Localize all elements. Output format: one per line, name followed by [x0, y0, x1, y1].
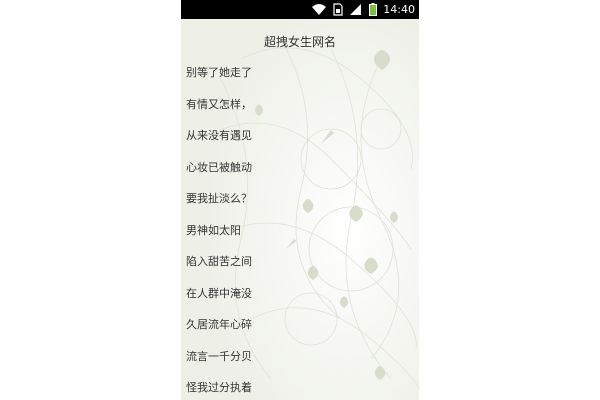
list-item[interactable]: 怪我过分执着 — [186, 380, 252, 396]
sim-icon — [333, 3, 343, 16]
list-item[interactable]: 从来没有遇见 — [186, 128, 252, 144]
list-item[interactable]: 要我扯淡么？ — [186, 191, 252, 207]
status-bar: 14:40 — [181, 0, 419, 19]
wifi-icon — [312, 4, 326, 15]
list-item[interactable]: 别等了她走了 — [186, 65, 252, 81]
list-item[interactable]: 在人群中淹没 — [186, 286, 252, 302]
list-item[interactable]: 流言一千分贝 — [186, 349, 252, 365]
list-item[interactable]: 陷入甜苦之间 — [186, 254, 252, 270]
content-area[interactable]: 超拽女生网名 别等了她走了 有情又怎样， 从来没有遇见 心妆已被触动 要我扯淡么… — [181, 19, 419, 400]
phone-screen: 14:40 超拽女生网名 别等了她走了 有情又怎样， 从来没有遇见 心妆已被触动… — [181, 0, 419, 400]
list-item[interactable]: 久居流年心碎 — [186, 317, 252, 333]
list-item[interactable]: 有情又怎样， — [186, 97, 252, 113]
page-title: 超拽女生网名 — [263, 35, 336, 49]
battery-icon — [369, 3, 377, 16]
status-time: 14:40 — [383, 3, 415, 16]
list-item[interactable]: 心妆已被触动 — [186, 160, 252, 176]
signal-icon — [350, 4, 361, 15]
list-item[interactable]: 男神如太阳 — [186, 223, 241, 239]
